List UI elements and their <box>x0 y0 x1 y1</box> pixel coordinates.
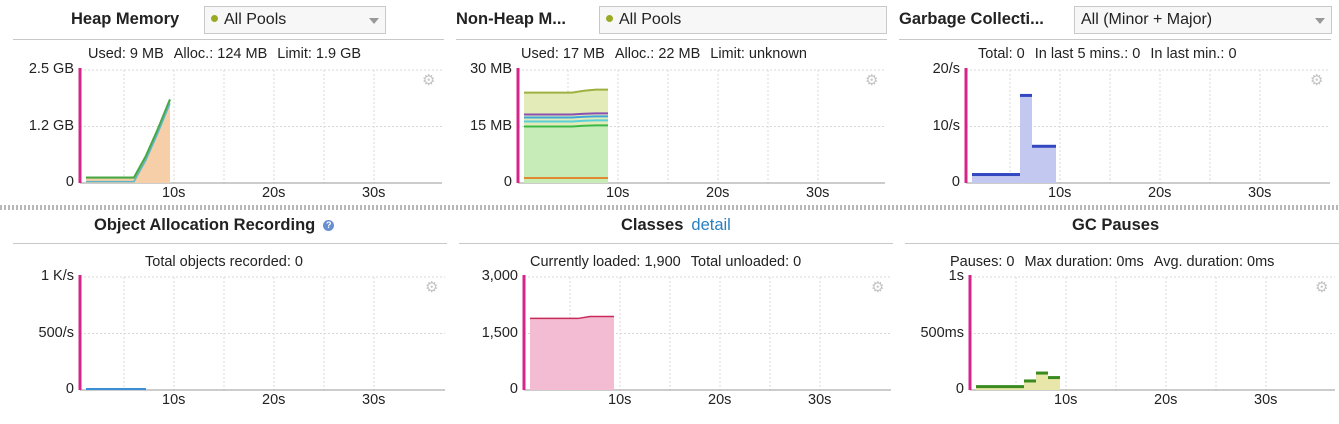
settings-gear-icon[interactable]: ⚙ <box>422 71 435 89</box>
nonheap-area <box>524 125 608 183</box>
y-tick-label: 20/s <box>932 61 960 77</box>
y-tick-label: 1.2 GB <box>28 117 74 134</box>
gcpauses-stats: Pauses: 0 Max duration: 0ms Avg. duration:… <box>950 254 1275 270</box>
x-tick-label: 30s <box>362 392 386 408</box>
x-tick-label: 10s <box>1054 392 1078 408</box>
x-tick-label: 20s <box>1148 185 1172 201</box>
nonheap-pool-dropdown[interactable]: All Pools <box>599 6 887 34</box>
x-tick-label: 10s <box>162 392 186 408</box>
chevron-down-icon <box>369 18 379 24</box>
bar <box>1048 377 1060 390</box>
y-tick-label: 30 MB <box>470 61 512 77</box>
gc-title: Garbage Collecti... <box>899 10 1044 28</box>
pool-dot-icon <box>211 15 218 22</box>
chevron-down-icon <box>1315 18 1325 24</box>
x-tick-label: 30s <box>1254 392 1278 408</box>
bar <box>1044 146 1056 183</box>
nonheap-chart <box>516 68 885 184</box>
x-tick-label: 10s <box>606 185 630 201</box>
x-tick-label: 30s <box>362 185 386 201</box>
help-icon[interactable]: ? <box>323 220 335 231</box>
y-tick-label: 500/s <box>38 324 74 341</box>
classes-chart <box>522 275 891 391</box>
nonheap-dropdown-value: All Pools <box>619 11 682 28</box>
classes-title: Classes detail <box>621 216 731 234</box>
heap-stats: Used: 9 MB Alloc.: 124 MB Limit: 1.9 GB <box>88 46 362 62</box>
x-tick-label: 10s <box>162 185 186 201</box>
settings-gear-icon[interactable]: ⚙ <box>1315 278 1328 296</box>
y-tick-label: 0 <box>509 381 518 397</box>
y-tick-label: 0 <box>951 174 960 190</box>
gcpauses-title: GC Pauses <box>1072 216 1160 234</box>
classes-area <box>530 316 614 390</box>
nonheap-title: Non-Heap M... <box>456 10 566 28</box>
heap-pool-dropdown[interactable]: All Pools <box>204 6 386 34</box>
pool-dot-icon <box>606 15 613 22</box>
gc-chart <box>964 68 1330 184</box>
settings-gear-icon[interactable]: ⚙ <box>865 71 878 89</box>
y-tick-label: 15 MB <box>470 117 512 134</box>
x-tick-label: 30s <box>806 185 830 201</box>
x-tick-label: 10s <box>608 392 632 408</box>
nonheap-line-2 <box>524 112 608 116</box>
bar <box>1032 146 1044 183</box>
x-tick-label: 30s <box>1248 185 1272 201</box>
y-tick-label: 1,500 <box>481 324 518 341</box>
nonheap-line-3 <box>524 115 608 119</box>
heap-area <box>86 99 170 183</box>
x-tick-label: 20s <box>708 392 732 408</box>
y-tick-label: 2.5 GB <box>28 61 74 77</box>
gc-dropdown-value: All (Minor + Major) <box>1081 11 1213 28</box>
alloc-title: Object Allocation Recording? <box>94 216 335 235</box>
heap-title: Heap Memory <box>71 10 180 28</box>
settings-gear-icon[interactable]: ⚙ <box>1310 71 1323 89</box>
y-tick-label: 0 <box>503 174 512 190</box>
y-tick-label: 0 <box>955 381 964 397</box>
alloc-chart <box>78 275 445 391</box>
nonheap-line-5 <box>524 124 608 128</box>
heap-dropdown-value: All Pools <box>224 11 287 28</box>
y-tick-label: 0 <box>65 381 74 397</box>
gc-type-dropdown[interactable]: All (Minor + Major) <box>1074 6 1332 34</box>
x-tick-label: 20s <box>706 185 730 201</box>
x-tick-label: 20s <box>1154 392 1178 408</box>
x-tick-label: 30s <box>808 392 832 408</box>
y-tick-label: 1 K/s <box>40 268 74 284</box>
x-tick-label: 10s <box>1048 185 1072 201</box>
row-splitter[interactable] <box>0 205 1339 210</box>
bar <box>1036 373 1048 390</box>
settings-gear-icon[interactable]: ⚙ <box>871 278 884 296</box>
nonheap-stats: Used: 17 MB Alloc.: 22 MB Limit: unknown <box>521 46 807 62</box>
y-tick-label: 0 <box>65 174 74 190</box>
bar <box>1020 95 1032 183</box>
settings-gear-icon[interactable]: ⚙ <box>425 278 438 296</box>
nonheap-line-4 <box>524 119 608 123</box>
x-tick-label: 20s <box>262 185 286 201</box>
alloc-stats: Total objects recorded: 0 <box>145 254 303 270</box>
gc-stats: Total: 0 In last 5 mins.: 0 In last min.: … <box>978 46 1237 62</box>
y-tick-label: 3,000 <box>481 268 518 284</box>
y-tick-label: 500ms <box>920 324 964 341</box>
y-tick-label: 10/s <box>932 117 960 134</box>
gcpauses-chart <box>968 275 1335 391</box>
y-tick-label: 1s <box>948 268 964 284</box>
heap-chart <box>78 68 442 184</box>
classes-detail-link[interactable]: detail <box>691 216 730 234</box>
classes-stats: Currently loaded: 1,900 Total unloaded: 0 <box>530 254 802 270</box>
x-tick-label: 20s <box>262 392 286 408</box>
